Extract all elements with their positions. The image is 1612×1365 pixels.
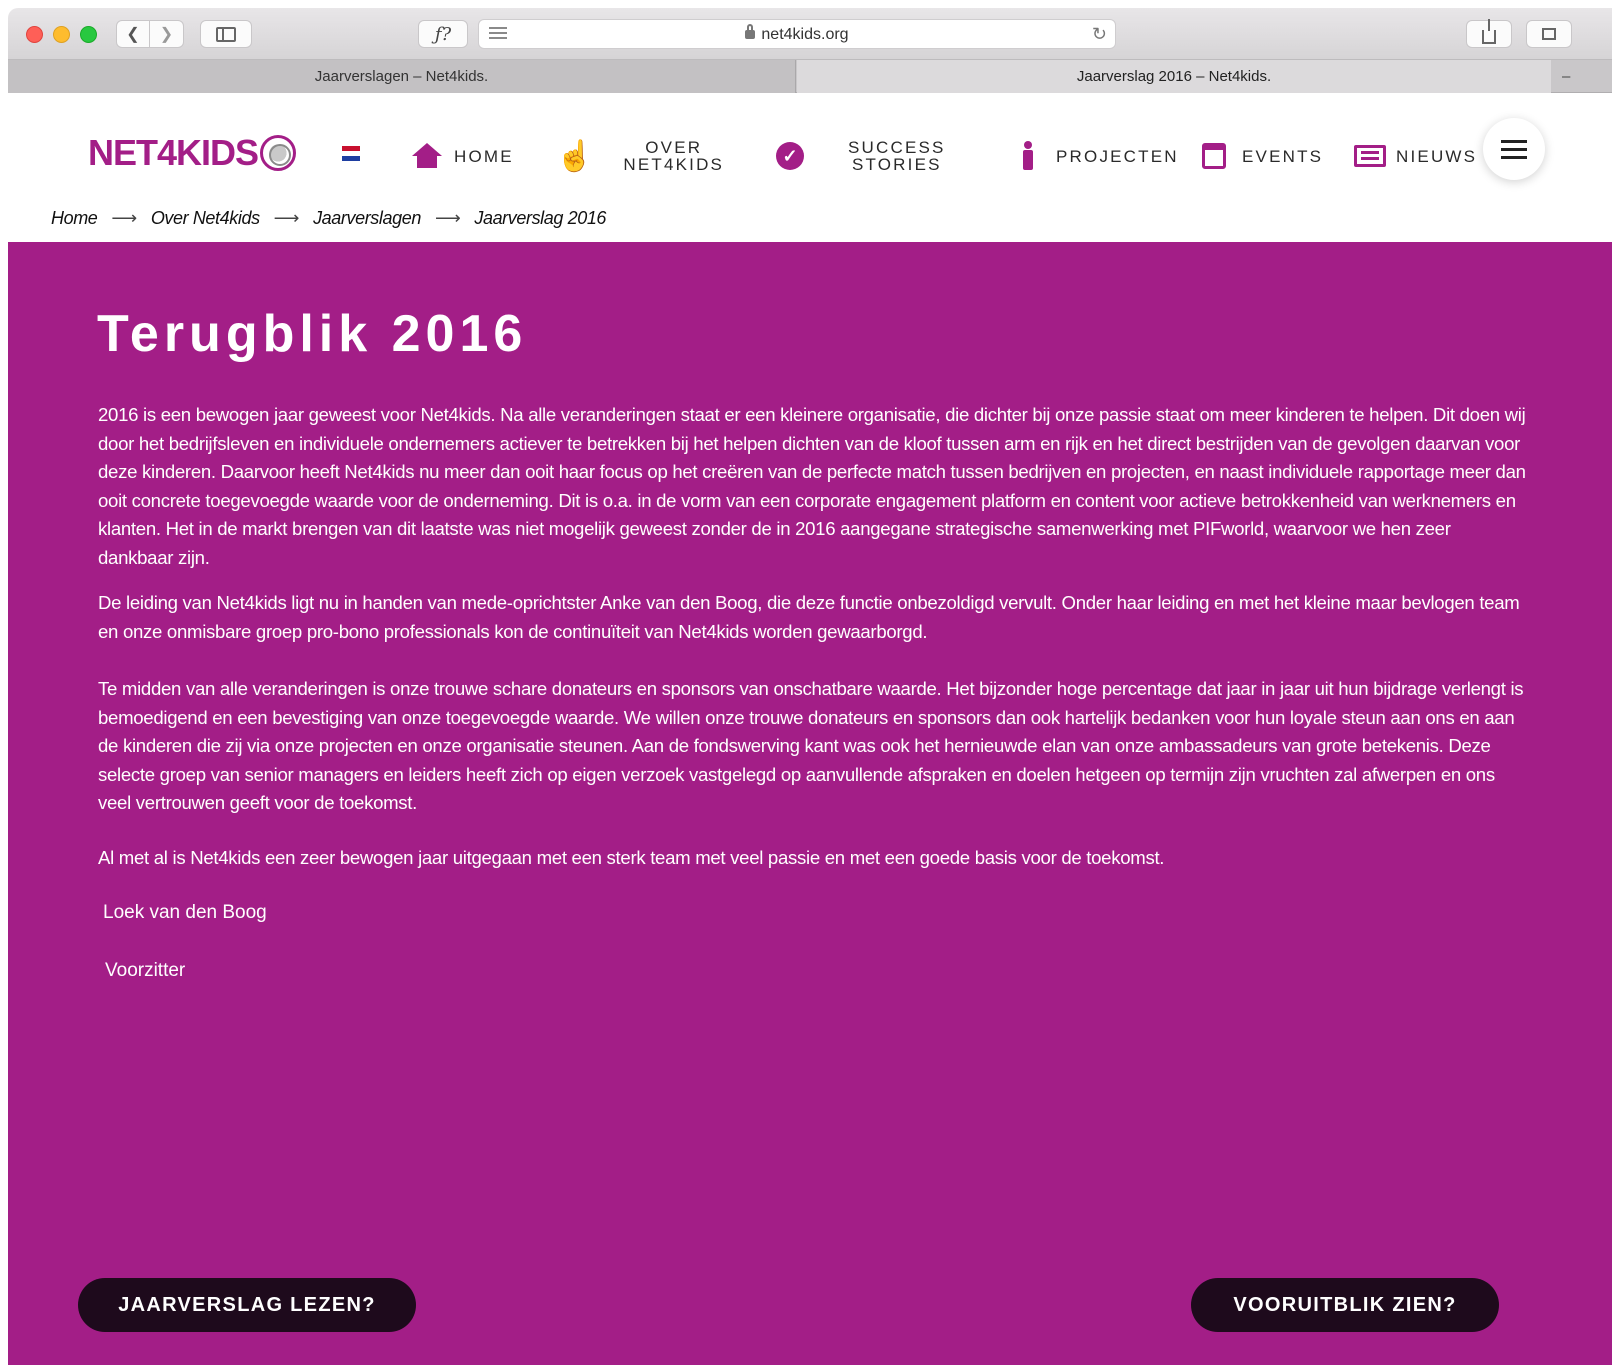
nav-over-net4kids[interactable]: ☝ OVER NET4KIDS (556, 94, 724, 218)
function-icon: ƒ? (434, 23, 452, 45)
hamburger-icon (1501, 139, 1527, 143)
tab-jaarverslag-2016[interactable]: Jaarverslag 2016 – Net4kids. (797, 60, 1551, 93)
breadcrumb-current: Jaarverslag 2016 (474, 208, 607, 228)
nav-nieuws-label: NIEUWS (1396, 146, 1478, 166)
tab-label: Jaarverslag 2016 – Net4kids. (1076, 68, 1272, 85)
nav-success-label-line2: STORIES (851, 155, 942, 174)
reload-icon[interactable]: ↻ (1092, 24, 1107, 45)
newspaper-icon (1354, 145, 1386, 167)
breadcrumb-home[interactable]: Home (51, 208, 98, 229)
dutch-flag-icon[interactable] (342, 146, 360, 161)
nav-over-label-line2: NET4KIDS (623, 155, 725, 174)
page-title: Terugblik 2016 (97, 305, 528, 363)
close-window-button[interactable] (26, 26, 43, 43)
lock-icon (745, 24, 756, 39)
paragraph-1: 2016 is een bewogen jaar geweest voor Ne… (98, 404, 1526, 568)
tab-jaarverslagen[interactable]: Jaarverslagen – Net4kids. (8, 60, 796, 93)
tabs-icon (1542, 28, 1556, 40)
extension-button[interactable]: ƒ? (418, 20, 468, 48)
arrow-right-icon: ⟶ (434, 208, 461, 228)
arrow-right-icon: ⟶ (273, 208, 300, 228)
site-logo[interactable]: NET4KIDS (88, 132, 297, 174)
tab-overview-button[interactable] (1526, 20, 1572, 48)
share-button[interactable] (1466, 19, 1512, 48)
read-annual-report-button[interactable]: JAARVERSLAG LEZEN? (78, 1278, 416, 1332)
nav-home[interactable]: HOME (412, 94, 514, 218)
main-content: Terugblik 2016 2016 is een bewogen jaar … (8, 242, 1612, 1365)
hamburger-menu-button[interactable] (1483, 118, 1545, 180)
breadcrumb-over-net4kids[interactable]: Over Net4kids (151, 208, 260, 229)
paragraph-2: De leiding van Net4kids ligt nu in hande… (98, 592, 1520, 642)
back-button[interactable]: ❮ (116, 20, 150, 48)
breadcrumb-jaarverslagen[interactable]: Jaarverslagen (313, 208, 421, 229)
person-icon (1018, 141, 1038, 171)
breadcrumb: Home ⟶ Over Net4kids ⟶ Jaarverslagen ⟶ J… (51, 208, 606, 229)
paragraph-4: Al met al is Net4kids een zeer bewogen j… (98, 847, 1165, 868)
address-bar[interactable]: net4kids.org ↻ (478, 19, 1116, 49)
url-text: net4kids.org (761, 26, 849, 43)
nav-projecten[interactable]: PROJECTEN (1018, 94, 1179, 218)
arrow-right-icon: ⟶ (111, 208, 137, 228)
share-icon (1482, 19, 1496, 44)
nav-nieuws[interactable]: NIEUWS (1354, 94, 1477, 218)
forward-button[interactable]: ❯ (150, 20, 184, 48)
sidebar-toggle-button[interactable] (200, 20, 252, 48)
tab-overflow[interactable]: – (1556, 60, 1612, 93)
globe-icon (260, 135, 297, 171)
nav-projecten-label: PROJECTEN (1056, 146, 1179, 166)
nav-events-label: EVENTS (1242, 146, 1324, 166)
calendar-icon (1202, 143, 1226, 169)
logo-text: NET4KIDS (88, 132, 259, 173)
tab-bar: Jaarverslagen – Net4kids. Jaarverslag 20… (8, 60, 1612, 93)
signature-name: Loek van den Boog (103, 902, 267, 923)
view-preview-button[interactable]: VOORUITBLIK ZIEN? (1191, 1278, 1499, 1332)
check-circle-icon: ✓ (776, 142, 804, 170)
tab-label: Jaarverslagen – Net4kids. (314, 68, 489, 85)
minimize-window-button[interactable] (53, 26, 70, 43)
paragraph-3: Te midden van alle veranderingen is onze… (98, 678, 1524, 813)
nav-events[interactable]: EVENTS (1202, 94, 1323, 218)
signature-role: Voorzitter (105, 960, 186, 981)
fullscreen-window-button[interactable] (80, 26, 97, 43)
chevron-right-icon: ❯ (159, 26, 174, 43)
browser-window: ❮ ❯ ƒ? net4kids.org ↻ Jaarverslagen – Ne… (8, 8, 1612, 1365)
nav-home-label: HOME (454, 146, 514, 166)
chevron-left-icon: ❮ (126, 26, 140, 43)
sidebar-icon (216, 26, 236, 42)
site-header: NET4KIDS HOME ☝ OVER NET4KIDS ✓ SUCCESS … (8, 94, 1612, 242)
browser-titlebar: ❮ ❯ ƒ? net4kids.org ↻ (8, 8, 1612, 60)
nav-success-stories[interactable]: ✓ SUCCESS STORIES (776, 94, 946, 218)
home-icon (412, 143, 442, 169)
hand-pointer-icon: ☝ (556, 139, 594, 173)
